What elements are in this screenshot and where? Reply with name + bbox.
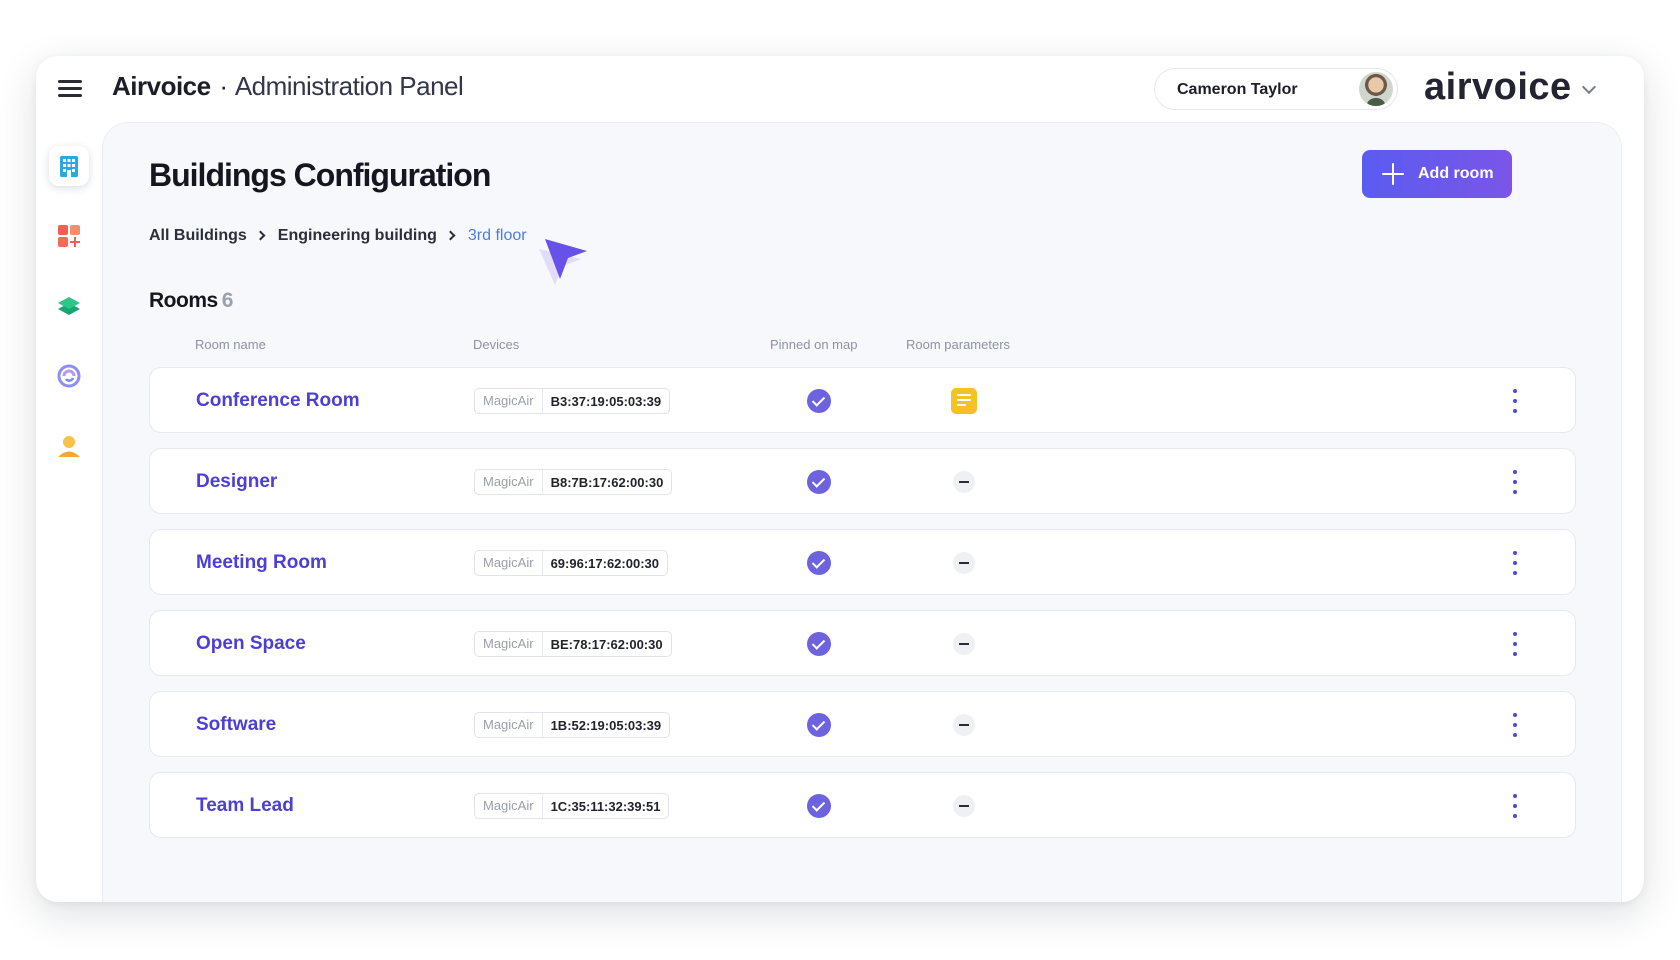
table-row: Open Space MagicAir BE:78:17:62:00:30 bbox=[149, 610, 1576, 676]
swirl-icon bbox=[57, 364, 81, 388]
device-chip: MagicAir 1B:52:19:05:03:39 bbox=[474, 712, 671, 738]
room-name-link[interactable]: Meeting Room bbox=[196, 552, 327, 574]
check-circle-icon bbox=[807, 470, 831, 494]
more-options-icon[interactable] bbox=[1507, 469, 1523, 495]
sidebar-item-users[interactable] bbox=[49, 426, 89, 466]
avatar bbox=[1359, 72, 1393, 106]
breadcrumb-current-floor: 3rd floor bbox=[467, 227, 527, 244]
device-mac: 1C:35:11:32:39:51 bbox=[550, 798, 661, 814]
top-bar: Airvoice · Administration Panel Cameron … bbox=[36, 56, 1644, 122]
device-mac: B8:7B:17:62:00:30 bbox=[550, 474, 664, 490]
column-header-devices: Devices bbox=[473, 337, 520, 352]
table-row: Team Lead MagicAir 1C:35:11:32:39:51 bbox=[149, 772, 1576, 838]
device-chip: MagicAir B8:7B:17:62:00:30 bbox=[474, 469, 673, 495]
more-options-icon[interactable] bbox=[1507, 712, 1523, 738]
check-circle-icon bbox=[807, 794, 831, 818]
sidebar-item-widgets[interactable] bbox=[49, 216, 89, 256]
device-mac: 1B:52:19:05:03:39 bbox=[550, 717, 662, 733]
minus-circle-icon bbox=[953, 552, 975, 574]
user-icon bbox=[58, 436, 80, 457]
minus-circle-icon bbox=[953, 633, 975, 655]
check-circle-icon bbox=[807, 632, 831, 656]
minus-circle-icon bbox=[953, 714, 975, 736]
device-mac: B3:37:19:05:03:39 bbox=[550, 393, 662, 409]
table-row: Designer MagicAir B8:7B:17:62:00:30 bbox=[149, 448, 1576, 514]
main-content: Buildings Configuration Add room All Bui… bbox=[102, 122, 1622, 902]
add-room-button[interactable]: Add room bbox=[1362, 150, 1512, 198]
page-title: Buildings Configuration bbox=[149, 157, 491, 193]
note-icon[interactable] bbox=[951, 388, 977, 414]
app-brand: Airvoice bbox=[112, 71, 211, 101]
column-header-room-parameters: Room parameters bbox=[906, 337, 1011, 352]
sidebar-item-swirl[interactable] bbox=[49, 356, 89, 396]
pointer-cursor-icon bbox=[539, 239, 587, 285]
rooms-count: 6 bbox=[221, 289, 234, 312]
sidebar-item-layers[interactable] bbox=[49, 286, 89, 326]
app-title: Airvoice · Administration Panel bbox=[112, 71, 464, 102]
chevron-right-icon bbox=[445, 230, 456, 241]
menu-icon[interactable] bbox=[58, 78, 84, 98]
chevron-down-icon[interactable] bbox=[1581, 79, 1597, 95]
device-mac: 69:96:17:62:00:30 bbox=[550, 555, 659, 571]
minus-circle-icon bbox=[953, 471, 975, 493]
device-chip: MagicAir 69:96:17:62:00:30 bbox=[474, 550, 668, 576]
room-name-link[interactable]: Open Space bbox=[196, 633, 306, 655]
app-window: Airvoice · Administration Panel Cameron … bbox=[36, 56, 1644, 902]
device-chip: MagicAir BE:78:17:62:00:30 bbox=[474, 631, 672, 657]
breadcrumb-all-buildings[interactable]: All Buildings bbox=[149, 227, 247, 244]
minus-circle-icon bbox=[953, 795, 975, 817]
more-options-icon[interactable] bbox=[1507, 550, 1523, 576]
device-type: MagicAir bbox=[483, 389, 543, 413]
more-options-icon[interactable] bbox=[1507, 631, 1523, 657]
user-name: Cameron Taylor bbox=[1177, 81, 1298, 98]
rooms-label: Rooms bbox=[149, 289, 218, 312]
device-type: MagicAir bbox=[483, 632, 543, 656]
app-subtitle: Administration Panel bbox=[234, 71, 464, 101]
device-type: MagicAir bbox=[483, 713, 543, 737]
more-options-icon[interactable] bbox=[1507, 793, 1523, 819]
more-options-icon[interactable] bbox=[1507, 388, 1523, 414]
add-room-label: Add room bbox=[1418, 165, 1494, 182]
chevron-right-icon bbox=[255, 230, 266, 241]
sidebar-item-buildings[interactable] bbox=[49, 146, 89, 186]
device-mac: BE:78:17:62:00:30 bbox=[550, 636, 663, 652]
room-name-link[interactable]: Conference Room bbox=[196, 390, 360, 412]
check-circle-icon bbox=[807, 389, 831, 413]
widgets-add-icon bbox=[58, 225, 80, 247]
breadcrumb-engineering-building[interactable]: Engineering building bbox=[278, 227, 437, 244]
table-row: Software MagicAir 1B:52:19:05:03:39 bbox=[149, 691, 1576, 757]
device-type: MagicAir bbox=[483, 551, 543, 575]
building-icon bbox=[60, 156, 78, 177]
device-type: MagicAir bbox=[483, 470, 543, 494]
airvoice-logo: airvoice bbox=[1424, 66, 1572, 108]
table-row: Meeting Room MagicAir 69:96:17:62:00:30 bbox=[149, 529, 1576, 595]
check-circle-icon bbox=[807, 551, 831, 575]
breadcrumb: All Buildings Engineering building 3rd flo… bbox=[149, 227, 527, 245]
device-type: MagicAir bbox=[483, 794, 543, 818]
device-chip: MagicAir 1C:35:11:32:39:51 bbox=[474, 793, 670, 819]
title-separator: · bbox=[219, 71, 228, 101]
column-header-pinned-on-map: Pinned on map bbox=[770, 337, 858, 352]
table-row: Conference Room MagicAir B3:37:19:05:03:… bbox=[149, 367, 1576, 433]
plus-icon bbox=[1382, 163, 1404, 185]
check-circle-icon bbox=[807, 713, 831, 737]
rooms-heading: Rooms 6 bbox=[149, 289, 233, 313]
room-name-link[interactable]: Software bbox=[196, 714, 276, 736]
layers-icon bbox=[58, 297, 80, 315]
room-name-link[interactable]: Team Lead bbox=[196, 795, 294, 817]
user-menu[interactable]: Cameron Taylor bbox=[1154, 68, 1398, 110]
device-chip: MagicAir B3:37:19:05:03:39 bbox=[474, 388, 671, 414]
room-name-link[interactable]: Designer bbox=[196, 471, 277, 493]
column-header-room-name: Room name bbox=[195, 337, 266, 352]
